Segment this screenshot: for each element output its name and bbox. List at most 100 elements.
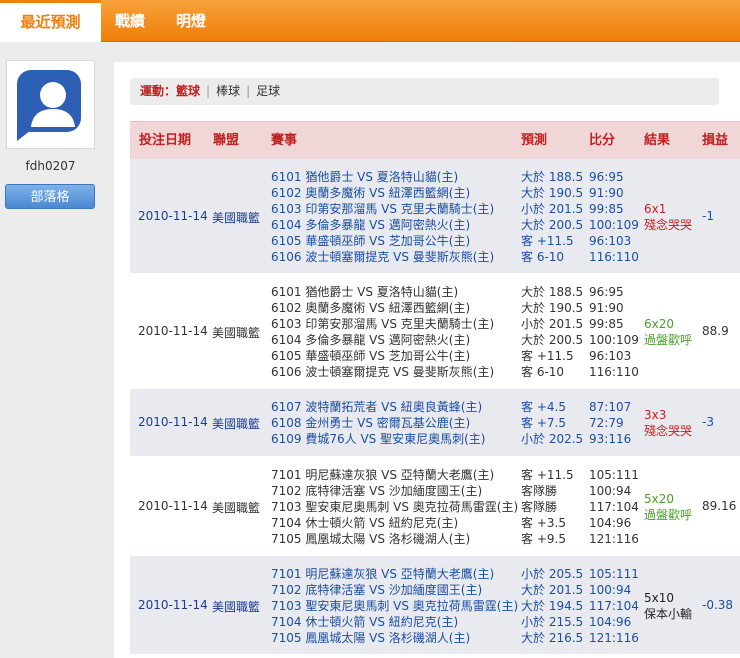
game-link[interactable]: 6101 猶他爵士 VS 夏洛特山貓(主)	[271, 169, 494, 185]
game-link[interactable]: 6105 華盛頓巫師 VS 芝加哥公牛(主)	[271, 233, 494, 249]
prediction-value: 客 +4.5	[521, 400, 566, 414]
games-list: 6107 波特蘭拓荒者 VS 紐奧良黃蜂(主) 6108 金州勇士 VS 密爾瓦基…	[271, 399, 485, 447]
sport-basketball[interactable]: 籃球	[176, 84, 200, 98]
result-cell: 3x3 殘念哭哭	[644, 407, 692, 439]
game-link[interactable]: 6106 波士頓塞爾提克 VS 曼斐斯灰熊(主)	[271, 249, 494, 265]
avatar[interactable]	[6, 60, 95, 149]
profit-value: 89.16	[702, 499, 737, 513]
result-cell: 6x20 過盤歡呼	[644, 316, 692, 348]
prediction-value: 客 +7.5	[521, 416, 566, 430]
prediction-value: 客 +9.5	[521, 532, 566, 546]
sport-soccer[interactable]: 足球	[256, 84, 280, 98]
score-value: 100:109	[589, 218, 639, 232]
game-link[interactable]: 7104 休士頓火箭 VS 紐約尼克(主)	[271, 614, 518, 630]
game-link[interactable]: 7102 底特律活塞 VS 沙加緬度國王(主)	[271, 582, 518, 598]
game-link[interactable]: 6103 印第安那溜馬 VS 克里夫蘭騎士(主)	[271, 316, 494, 332]
game-link[interactable]: 7103 聖安東尼奧馬刺 VS 奧克拉荷馬雷霆(主)	[271, 598, 518, 614]
league-link[interactable]: 美國職籃	[212, 324, 260, 341]
game-link[interactable]: 7104 休士頓火箭 VS 紐約尼克(主)	[271, 515, 518, 531]
game-link[interactable]: 6105 華盛頓巫師 VS 芝加哥公牛(主)	[271, 348, 494, 364]
bet-date: 2010-11-14	[138, 209, 208, 223]
score-value: 96:103	[589, 349, 632, 363]
predictions-list: 小於 205.5 大於 201.5 大於 194.5 小於 215.5 大於 216.5	[521, 566, 583, 646]
game-link[interactable]: 6109 費城76人 VS 聖安東尼奧馬刺(主)	[271, 431, 485, 447]
profit-value: -1	[702, 209, 714, 223]
tab-lighthouse[interactable]: 明燈	[159, 0, 223, 42]
result-count: 5x20	[644, 492, 675, 506]
game-link[interactable]: 7105 鳳凰城太陽 VS 洛杉磯湖人(主)	[271, 531, 518, 547]
game-link[interactable]: 7103 聖安東尼奧馬刺 VS 奧克拉荷馬雷霆(主)	[271, 499, 518, 515]
scores-list: 105:111 100:94 117:104 104:96 121:116	[589, 566, 639, 646]
prediction-value: 大於 200.5	[521, 218, 584, 232]
games-list: 7101 明尼蘇達灰狼 VS 亞特蘭大老鷹(主) 7102 底特律活塞 VS 沙加…	[271, 566, 518, 646]
result-status: 保本小輸	[644, 607, 693, 621]
score-value: 72:79	[589, 416, 624, 430]
prediction-value: 客隊勝	[521, 484, 558, 498]
header-prediction: 預測	[521, 133, 548, 148]
game-link[interactable]: 6103 印第安那溜馬 VS 克里夫蘭騎士(主)	[271, 201, 494, 217]
prediction-value: 大於 188.5	[521, 170, 584, 184]
prediction-value: 客 +3.5	[521, 516, 566, 530]
score-value: 105:111	[589, 567, 639, 581]
game-link[interactable]: 6107 波特蘭拓荒者 VS 紐奧良黃蜂(主)	[271, 399, 485, 415]
league-link[interactable]: 美國職籃	[212, 209, 260, 226]
league-link[interactable]: 美國職籃	[212, 499, 260, 516]
game-link[interactable]: 6102 奧蘭多魔術 VS 紐澤西籃網(主)	[271, 300, 494, 316]
score-value: 91:90	[589, 186, 624, 200]
prediction-value: 大於 188.5	[521, 285, 584, 299]
game-link[interactable]: 7101 明尼蘇達灰狼 VS 亞特蘭大老鷹(主)	[271, 566, 518, 582]
result-count: 5x10	[644, 591, 675, 605]
scores-list: 87:107 72:79 93:116	[589, 399, 631, 447]
predictions-list: 大於 188.5 大於 190.5 小於 201.5 大於 200.5 客 +11.5 客…	[521, 169, 583, 265]
games-list: 7101 明尼蘇達灰狼 VS 亞特蘭大老鷹(主) 7102 底特律活塞 VS 沙加…	[271, 467, 518, 547]
result-count: 6x1	[644, 202, 667, 216]
score-value: 96:95	[589, 285, 624, 299]
game-link[interactable]: 6104 多倫多暴龍 VS 邁阿密熱火(主)	[271, 217, 494, 233]
header-games: 賽事	[271, 133, 298, 148]
table-row: 2010-11-14 美國職籃 7101 明尼蘇達灰狼 VS 亞特蘭大老鷹(主) 71…	[130, 457, 740, 556]
score-value: 104:96	[589, 615, 632, 629]
main-panel: 運動：籃球 | 棒球 | 足球 投注日期 聯盟 賽事 預測 比分 結果 損益 2010-…	[114, 62, 740, 658]
prediction-value: 小於 202.5	[521, 432, 584, 446]
prediction-value: 客 +11.5	[521, 468, 574, 482]
game-link[interactable]: 6102 奧蘭多魔術 VS 紐澤西籃網(主)	[271, 185, 494, 201]
games-list: 6101 猶他爵士 VS 夏洛特山貓(主) 6102 奧蘭多魔術 VS 紐澤西籃網…	[271, 169, 494, 265]
game-link[interactable]: 7105 鳳凰城太陽 VS 洛杉磯湖人(主)	[271, 630, 518, 646]
result-status: 殘念哭哭	[644, 218, 693, 232]
username: fdh0207	[25, 159, 76, 173]
bet-date: 2010-11-14	[138, 598, 208, 612]
result-cell: 5x10 保本小輸	[644, 590, 692, 622]
score-value: 105:111	[589, 468, 639, 482]
user-avatar-icon	[17, 70, 81, 141]
bet-date: 2010-11-14	[138, 415, 208, 429]
blog-button[interactable]: 部落格	[5, 184, 95, 209]
tab-recent-predictions[interactable]: 最近預測	[0, 0, 101, 42]
score-value: 87:107	[589, 400, 632, 414]
score-value: 121:116	[589, 532, 639, 546]
game-link[interactable]: 7101 明尼蘇達灰狼 VS 亞特蘭大老鷹(主)	[271, 467, 518, 483]
game-link[interactable]: 6108 金州勇士 VS 密爾瓦基公鹿(主)	[271, 415, 485, 431]
score-value: 91:90	[589, 301, 624, 315]
prediction-value: 客 +11.5	[521, 234, 574, 248]
prediction-value: 小於 205.5	[521, 567, 584, 581]
game-link[interactable]: 6101 猶他爵士 VS 夏洛特山貓(主)	[271, 284, 494, 300]
scores-list: 96:95 91:90 99:85 100:109 96:103 116:110	[589, 169, 639, 265]
predictions-table: 投注日期 聯盟 賽事 預測 比分 結果 損益 2010-11-14 美國職籃 610…	[130, 121, 740, 655]
bet-date: 2010-11-14	[138, 324, 208, 338]
table-row: 2010-11-14 美國職籃 6107 波特蘭拓荒者 VS 紐奧良黃蜂(主) 610…	[130, 389, 740, 457]
scores-list: 96:95 91:90 99:85 100:109 96:103 116:110	[589, 284, 639, 380]
header-score: 比分	[589, 133, 616, 148]
game-link[interactable]: 7102 底特律活塞 VS 沙加緬度國王(主)	[271, 483, 518, 499]
game-link[interactable]: 6104 多倫多暴龍 VS 邁阿密熱火(主)	[271, 332, 494, 348]
score-value: 117:104	[589, 599, 639, 613]
score-value: 100:109	[589, 333, 639, 347]
prediction-value: 客 +11.5	[521, 349, 574, 363]
score-value: 100:94	[589, 583, 632, 597]
prediction-value: 大於 190.5	[521, 186, 584, 200]
sport-baseball[interactable]: 棒球	[216, 84, 240, 98]
game-link[interactable]: 6106 波士頓塞爾提克 VS 曼斐斯灰熊(主)	[271, 364, 494, 380]
league-link[interactable]: 美國職籃	[212, 598, 260, 615]
league-link[interactable]: 美國職籃	[212, 415, 260, 432]
tab-record[interactable]: 戰績	[101, 0, 159, 42]
header-profit: 損益	[702, 133, 729, 148]
